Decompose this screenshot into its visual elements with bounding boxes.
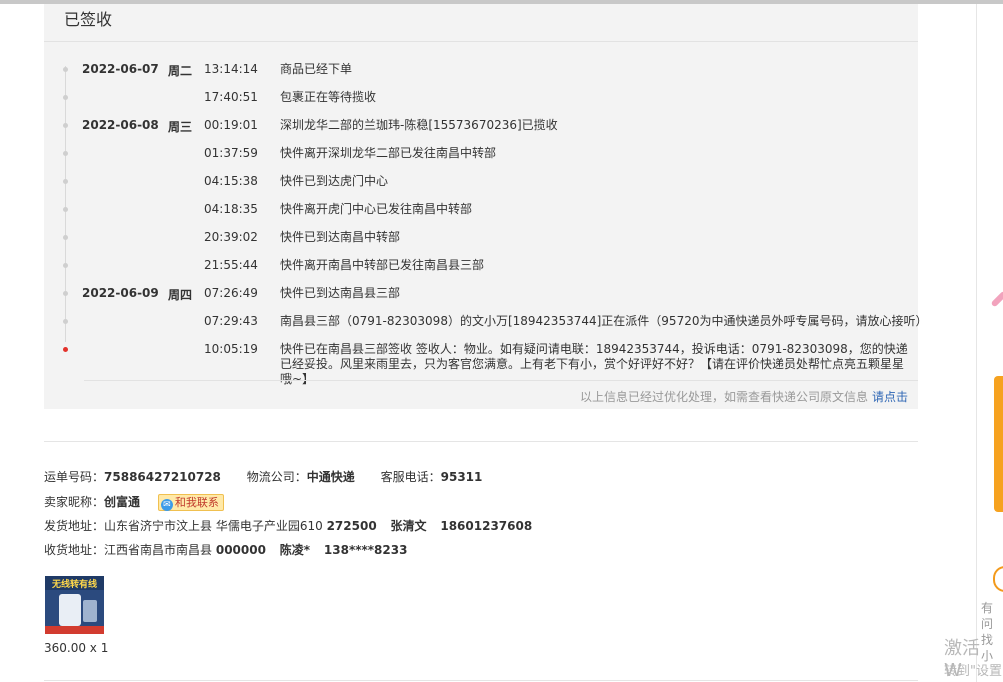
- timeline-dot: [63, 291, 68, 296]
- shipping-row-1: 运单号码：75886427210728 物流公司：中通快递 客服电话：95311: [44, 468, 504, 485]
- to-zip: 000000: [215, 543, 266, 557]
- timeline-date: 2022-06-09: [82, 286, 159, 300]
- timeline-row: 2022-06-07 周二 13:14:14 商品已经下单: [44, 56, 918, 84]
- logistics-timeline: 2022-06-07 周二 13:14:14 商品已经下单 17:40:51 包…: [44, 56, 928, 386]
- timeline-dot: [63, 179, 68, 184]
- timeline-row: 01:37:59 快件离开深圳龙华二部已发往南昌中转部: [44, 140, 918, 168]
- product-image-caption: 无线转有线: [51, 580, 97, 590]
- timeline-dot: [63, 263, 68, 268]
- carrier-name: 中通快递: [306, 470, 355, 484]
- to-address-label: 收货地址：: [44, 543, 105, 557]
- timeline-weekday: 周四: [168, 288, 193, 302]
- timeline-row: 21:55:44 快件离开南昌中转部已发往南昌县三部: [44, 252, 918, 280]
- view-original-link[interactable]: 请点击: [872, 390, 908, 404]
- to-address: 江西省南昌市南昌县: [104, 543, 213, 557]
- activation-watermark-sub: 转到"设置: [944, 664, 1002, 679]
- timeline-description: 快件已到达南昌县三部: [280, 286, 401, 300]
- timeline-dot-current: [63, 347, 68, 352]
- side-help-line-1: 有问: [981, 601, 994, 631]
- timeline-row: 04:18:35 快件离开虎门中心已发往南昌中转部: [44, 196, 918, 224]
- timeline-time: 21:55:44: [204, 258, 258, 272]
- shipping-row-from: 发货地址：山东省济宁市汶上县 华儒电子产业园610 272500 张清文 186…: [44, 517, 554, 534]
- shipping-row-seller: 卖家昵称：创富通 ✉ 和我联系: [44, 493, 224, 511]
- timeline-date: 2022-06-07: [82, 62, 159, 76]
- timeline-row-latest: 10:05:19 快件已在南昌县三部签收 签收人：物业。如有疑问请电联：1894…: [44, 336, 918, 386]
- timeline-dot: [63, 123, 68, 128]
- help-icon[interactable]: [993, 566, 1003, 592]
- timeline-dot: [63, 319, 68, 324]
- timeline-description: 快件离开深圳龙华二部已发往南昌中转部: [280, 146, 497, 160]
- timeline-time: 17:40:51: [204, 90, 258, 104]
- side-promo-tab[interactable]: [994, 376, 1003, 512]
- bottom-divider: [44, 680, 918, 681]
- timeline-dot: [63, 207, 68, 212]
- timeline-description: 快件离开虎门中心已发往南昌中转部: [280, 202, 473, 216]
- seller-label: 卖家昵称：: [44, 495, 105, 509]
- panel-footer-divider: [84, 380, 918, 381]
- timeline-time: 07:29:43: [204, 314, 258, 328]
- timeline-row: 17:40:51 包裹正在等待揽收: [44, 84, 918, 112]
- timeline-row: 2022-06-09 周四 07:26:49 快件已到达南昌县三部: [44, 280, 918, 308]
- delivery-status-title: 已签收: [64, 10, 113, 29]
- to-phone: 138****8233: [323, 543, 408, 557]
- timeline-description: 南昌县三部（0791-82303098）的文小万[18942353744]正在派…: [280, 314, 928, 328]
- timeline-time: 07:26:49: [204, 286, 258, 300]
- timeline-row: 07:29:43 南昌县三部（0791-82303098）的文小万[189423…: [44, 308, 928, 336]
- section-divider: [44, 441, 918, 442]
- side-decoration: [990, 290, 1003, 308]
- from-address-label: 发货地址：: [44, 519, 105, 533]
- timeline-row: 2022-06-08 周三 00:19:01 深圳龙华二部的兰珈玮-陈稳[155…: [44, 112, 918, 140]
- from-address: 山东省济宁市汶上县 华儒电子产业园610: [104, 519, 323, 533]
- timeline-time: 13:14:14: [204, 62, 258, 76]
- service-phone-label: 客服电话：: [380, 470, 441, 484]
- contact-seller-button[interactable]: ✉ 和我联系: [157, 494, 224, 511]
- service-phone: 95311: [440, 470, 483, 484]
- timeline-dot: [63, 235, 68, 240]
- timeline-dot: [63, 151, 68, 156]
- from-name: 张清文: [390, 519, 427, 533]
- timeline-description: 深圳龙华二部的兰珈玮-陈稳[15573670236]已揽收: [280, 118, 558, 132]
- logistics-panel: 已签收 2022-06-07 周二 13:14:14 商品已经下单 17:40:…: [44, 4, 928, 409]
- from-zip: 272500: [326, 519, 377, 533]
- right-sidebar-divider: [976, 4, 977, 682]
- waybill-number: 75886427210728: [104, 470, 221, 484]
- timeline-time: 20:39:02: [204, 230, 258, 244]
- timeline-row: 04:15:38 快件已到达虎门中心: [44, 168, 918, 196]
- contact-seller-label: 和我联系: [174, 496, 219, 509]
- timeline-dot: [63, 95, 68, 100]
- timeline-description: 快件已到达南昌中转部: [280, 230, 401, 244]
- optimization-note: 以上信息已经过优化处理，如需查看快递公司原文信息 请点击: [580, 388, 908, 405]
- shipping-row-to: 收货地址：江西省南昌市南昌县 000000 陈凌* 138****8233: [44, 541, 429, 558]
- panel-divider: [44, 41, 918, 42]
- timeline-description: 包裹正在等待揽收: [280, 90, 377, 104]
- timeline-weekday: 周三: [168, 120, 193, 134]
- product-price-qty: 360.00 x 1: [44, 641, 109, 655]
- waybill-label: 运单号码：: [44, 470, 105, 484]
- timeline-time: 01:37:59: [204, 146, 258, 160]
- timeline-time: 04:15:38: [204, 174, 258, 188]
- timeline-time: 04:18:35: [204, 202, 258, 216]
- carrier-label: 物流公司：: [246, 470, 307, 484]
- optimization-note-text: 以上信息已经过优化处理，如需查看快递公司原文信息: [579, 390, 868, 404]
- chat-icon: ✉: [160, 499, 173, 511]
- timeline-description: 商品已经下单: [280, 62, 353, 76]
- timeline-weekday: 周二: [168, 64, 193, 78]
- timeline-time: 10:05:19: [204, 342, 258, 356]
- from-phone: 18601237608: [440, 519, 533, 533]
- product-thumbnail[interactable]: 无线转有线: [45, 576, 104, 634]
- timeline-date: 2022-06-08: [82, 118, 159, 132]
- timeline-description: 快件已到达虎门中心: [280, 174, 389, 188]
- timeline-dot: [63, 67, 68, 72]
- to-name: 陈凌*: [279, 543, 311, 557]
- timeline-row: 20:39:02 快件已到达南昌中转部: [44, 224, 918, 252]
- seller-name[interactable]: 创富通: [104, 495, 140, 509]
- timeline-description: 快件离开南昌中转部已发往南昌县三部: [280, 258, 485, 272]
- timeline-time: 00:19:01: [204, 118, 258, 132]
